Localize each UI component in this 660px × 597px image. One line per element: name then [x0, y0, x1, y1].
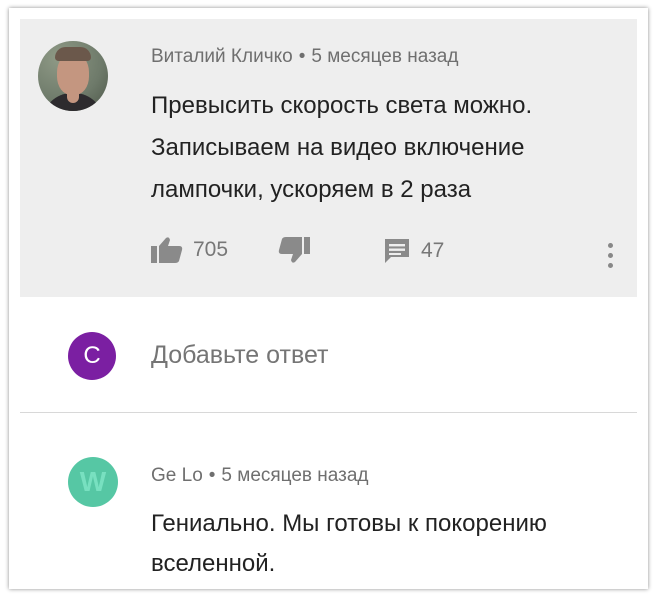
comment-meta: Виталий Кличко • 5 месяцев назад [151, 46, 458, 68]
screenshot-frame: Виталий Кличко • 5 месяцев назад Превысить… [9, 8, 648, 589]
comment-text: Гениально. Мы готовы к покорению вселенн… [151, 510, 547, 577]
like-button[interactable]: 705 [151, 237, 228, 263]
user-avatar[interactable]: С [68, 332, 116, 380]
like-count: 705 [193, 238, 229, 261]
comment-time[interactable]: 5 месяцев назад [311, 46, 458, 67]
comment-actions: 705 47 [151, 237, 621, 277]
comment-author[interactable]: Ge Lo [151, 465, 203, 486]
avatar[interactable] [38, 41, 108, 111]
thumb-down-icon [278, 237, 310, 263]
comment-text: Превысить скорость света можно. Записыва… [151, 92, 533, 203]
reply-button[interactable]: 47 [383, 237, 444, 265]
meta-separator: • [208, 465, 216, 486]
avatar-hair [55, 47, 91, 61]
meta-separator: • [298, 46, 306, 67]
comment-time[interactable]: 5 месяцев назад [221, 465, 368, 486]
dislike-button[interactable] [278, 237, 310, 263]
reply-input[interactable] [151, 341, 531, 370]
reply-comment: W Ge Lo • 5 месяцев назад Гениально. Мы го… [20, 413, 637, 579]
reply-count: 47 [421, 239, 445, 262]
comment-author[interactable]: Виталий Кличко [151, 46, 293, 67]
comments-panel: Виталий Кличко • 5 месяцев назад Превысить… [20, 19, 637, 579]
reply-icon [383, 237, 411, 265]
highlighted-comment: Виталий Кличко • 5 месяцев назад Превысить… [20, 19, 637, 297]
add-reply-row: С [20, 297, 637, 413]
thumb-up-icon [151, 237, 183, 263]
comment-meta: Ge Lo • 5 месяцев назад [151, 465, 369, 487]
avatar[interactable]: W [68, 457, 118, 507]
more-vert-icon[interactable] [607, 241, 615, 271]
